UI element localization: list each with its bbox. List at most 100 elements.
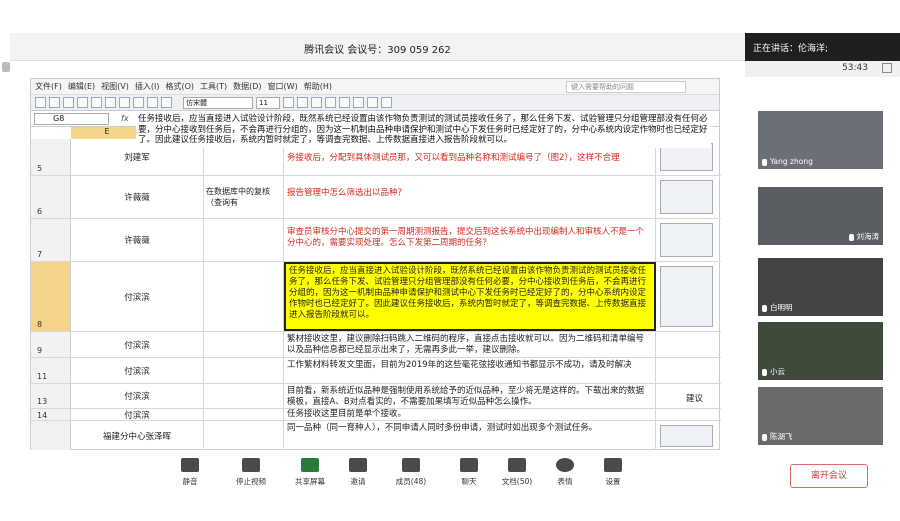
cell-location: [204, 409, 284, 420]
settings-button[interactable]: 设置: [588, 458, 638, 487]
cell-edit-popup: 任务接收后，应当直接进入试验设计阶段，既然系统已经设置由该作物负责测试的测试员接…: [136, 112, 711, 148]
speaker-label: 正在讲话：伦海洋;: [753, 44, 829, 54]
cell-location: [204, 262, 284, 331]
underline-icon[interactable]: [311, 97, 322, 108]
cell-attachment: [656, 262, 721, 331]
cell-location: [204, 421, 284, 451]
reaction-button[interactable]: 表情: [540, 458, 590, 487]
document-icon: [508, 458, 526, 472]
column-header-e[interactable]: E: [71, 127, 143, 139]
menu-file[interactable]: 文件(F): [35, 81, 62, 92]
cell-person: 福建分中心张泽晖: [71, 421, 204, 451]
undo-icon[interactable]: [133, 97, 144, 108]
row-number: 5: [31, 139, 71, 175]
chat-button[interactable]: 聊天: [444, 458, 494, 487]
menu-help[interactable]: 帮助(H): [304, 81, 332, 92]
participant-name: 小云: [762, 366, 785, 377]
cell-attachment: [656, 358, 721, 383]
settings-icon: [604, 458, 622, 472]
menu-window[interactable]: 窗口(W): [268, 81, 298, 92]
cell-person: 付滨滨: [71, 384, 204, 408]
copy-icon[interactable]: [105, 97, 116, 108]
participant-video[interactable]: 小云: [758, 322, 883, 380]
participant-video[interactable]: Yang zhong: [758, 111, 883, 169]
participant-name: Yang zhong: [762, 157, 813, 166]
sort-icon[interactable]: [161, 97, 172, 108]
meeting-toolbar: 静音 停止视频 共享屏幕 邀请 成员(48) 聊天 文档(50) 表情 设置 离…: [0, 450, 900, 521]
name-box[interactable]: G8: [34, 112, 109, 125]
screenshot-thumbnail: [660, 180, 713, 214]
cell-issue-highlighted[interactable]: 任务接收后，应当直接进入试验设计阶段，既然系统已经设置由该作物负责测试的测试员接…: [284, 262, 656, 331]
align-left-icon[interactable]: [325, 97, 336, 108]
mic-icon: [762, 304, 767, 312]
cell-location: 在数据库中的复核（查询有: [204, 176, 284, 218]
menu-insert[interactable]: 插入(I): [135, 81, 160, 92]
members-icon: [402, 458, 420, 472]
participant-name: 白明明: [762, 302, 793, 313]
mic-icon: [762, 433, 767, 441]
align-center-icon[interactable]: [339, 97, 350, 108]
fx-icon: fx: [121, 114, 129, 123]
share-screen-button[interactable]: 共享屏幕: [285, 458, 335, 487]
mic-icon: [762, 368, 767, 376]
print-icon[interactable]: [77, 97, 88, 108]
save-icon[interactable]: [63, 97, 74, 108]
invite-button[interactable]: 邀请: [333, 458, 383, 487]
font-size-select[interactable]: 11: [256, 96, 280, 109]
table-row[interactable]: 11 付滨滨 工作繁材料转发文里面，目前为2019年的这些毫花弦接收通知书都显示…: [31, 358, 721, 384]
cell-attachment: [656, 421, 721, 451]
timer-strip: 53:43: [745, 61, 900, 77]
table-row-selected[interactable]: 8 付滨滨 任务接收后，应当直接进入试验设计阶段，既然系统已经设置由该作物负责测…: [31, 262, 721, 332]
chevron-right-icon[interactable]: ›: [752, 273, 756, 284]
align-right-icon[interactable]: [353, 97, 364, 108]
paste-icon[interactable]: [119, 97, 130, 108]
cell-location: [204, 358, 284, 383]
invite-icon: [349, 458, 367, 472]
sum-icon[interactable]: [147, 97, 158, 108]
menu-edit[interactable]: 编辑(E): [68, 81, 95, 92]
microphone-icon: [181, 458, 199, 472]
help-search-input[interactable]: 键入需要帮助的问题: [566, 81, 686, 93]
mute-button[interactable]: 静音: [165, 458, 215, 487]
video-button[interactable]: 停止视频: [226, 458, 276, 487]
document-button[interactable]: 文档(50): [492, 458, 542, 487]
table-row[interactable]: 6 许薇薇 在数据库中的复核（查询有 报告管理中怎么筛选出以品种？: [31, 176, 721, 219]
italic-icon[interactable]: [297, 97, 308, 108]
cell-issue: 任务接收这里目前是单个接收。: [284, 409, 656, 420]
cell-person: 付滨滨: [71, 358, 204, 383]
menu-data[interactable]: 数据(D): [233, 81, 261, 92]
participant-name: 刘海涛: [848, 231, 879, 242]
bold-icon[interactable]: [283, 97, 294, 108]
menu-format[interactable]: 格式(O): [165, 81, 194, 92]
fill-color-icon[interactable]: [367, 97, 378, 108]
cell-location: [204, 332, 284, 357]
participant-video[interactable]: 白明明: [758, 258, 883, 316]
participant-video[interactable]: 刘海涛: [758, 187, 883, 245]
mic-icon: [762, 158, 767, 166]
mic-icon: [848, 233, 854, 241]
cut-icon[interactable]: [91, 97, 102, 108]
menu-tools[interactable]: 工具(T): [200, 81, 227, 92]
cell-person: 付滨滨: [71, 262, 204, 331]
members-button[interactable]: 成员(48): [386, 458, 436, 487]
meeting-topbar: 腾讯会议 会议号：309 059 262: [10, 33, 745, 61]
table-row[interactable]: 7 许薇薇 审查员审核分中心提交的第一周期测测报告，提交后到这长系统中出现编制人…: [31, 219, 721, 262]
participant-name: 陈湖飞: [762, 431, 793, 442]
font-color-icon[interactable]: [381, 97, 392, 108]
screenshot-thumbnail: [660, 223, 713, 257]
cell-issue: 审查员审核分中心提交的第一周期测测报告，提交后到这长系统中出现编制人和审核人不是…: [284, 219, 656, 261]
table-row[interactable]: 9 付滨滨 繁材接收这里，建议删除扫码跳入二维码的程序，直接点击接收就可以。因为…: [31, 332, 721, 358]
meeting-clock: 53:43: [842, 63, 868, 73]
new-icon[interactable]: [35, 97, 46, 108]
leave-meeting-button[interactable]: 离开会议: [790, 464, 868, 488]
table-row[interactable]: 13 付滨滨 目前看，新系统近似品种是强制使用系统给予的近似品种，至少将无是这样…: [31, 384, 721, 409]
font-select[interactable]: 仿宋體: [183, 96, 253, 109]
meeting-title: 腾讯会议 会议号：309 059 262: [304, 45, 451, 56]
menu-view[interactable]: 视图(V): [101, 81, 129, 92]
participant-video[interactable]: 陈湖飞: [758, 387, 883, 445]
table-row[interactable]: 福建分中心张泽晖 同一品种（同一育种人），不同申请人同时多份申请，测试时如出现多…: [31, 421, 721, 451]
open-icon[interactable]: [49, 97, 60, 108]
fullscreen-icon[interactable]: [882, 63, 892, 73]
share-screen-icon: [301, 458, 319, 472]
table-row[interactable]: 14 付滨滨 任务接收这里目前是单个接收。: [31, 409, 721, 421]
